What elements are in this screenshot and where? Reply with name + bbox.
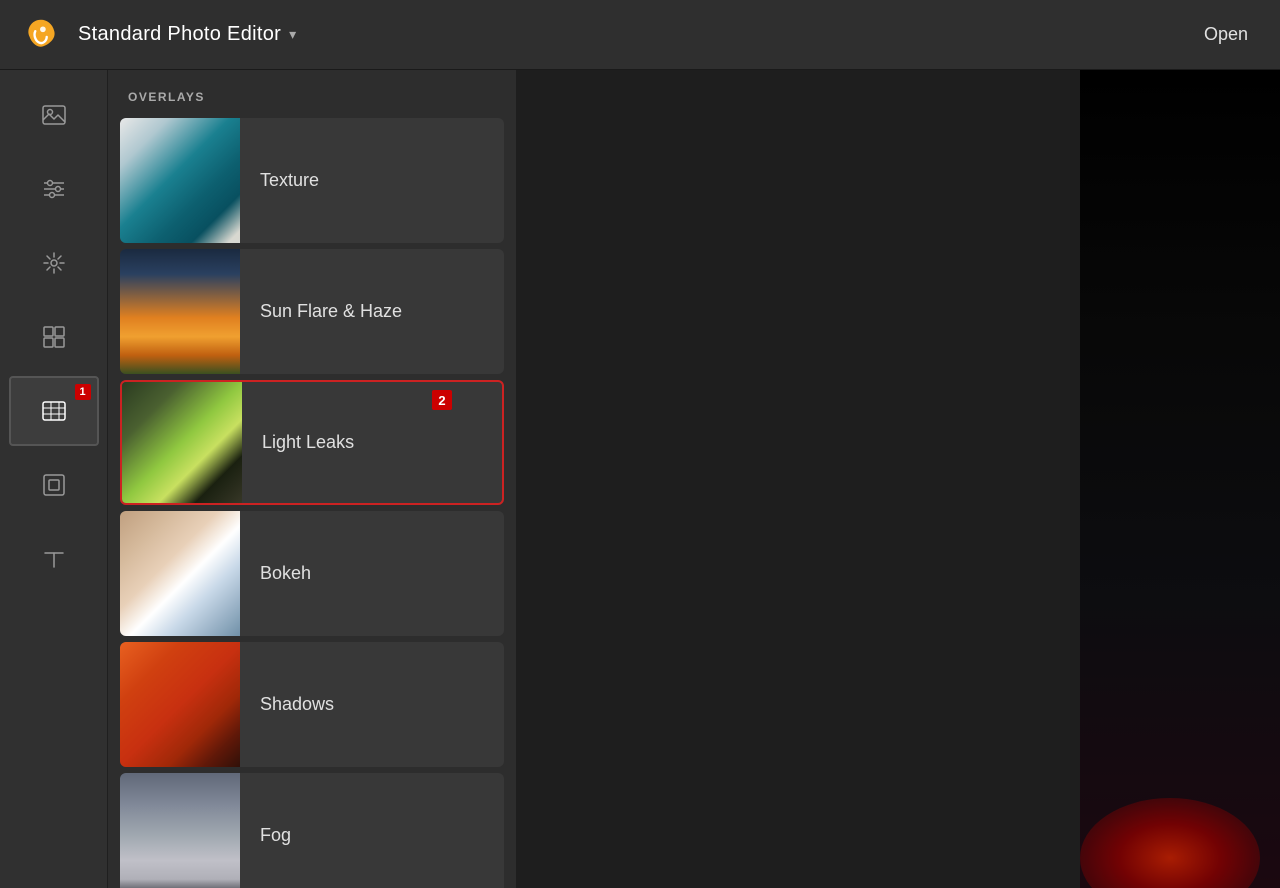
overlay-badge-2: 2 xyxy=(432,390,452,410)
overlay-label-bokeh: Bokeh xyxy=(240,563,504,584)
app-title-dropdown[interactable]: Standard Photo Editor ▾ xyxy=(78,23,296,46)
overlay-label-texture: Texture xyxy=(240,170,504,191)
overlay-item-shadows[interactable]: Shadows xyxy=(120,642,504,767)
topbar: Standard Photo Editor ▾ Open xyxy=(0,0,1280,70)
icon-rail: 1 xyxy=(0,70,108,888)
sidebar-item-overlays-active[interactable]: 1 xyxy=(9,376,99,446)
overlay-thumbnail-sunflare xyxy=(120,249,240,374)
sidebar-item-adjustments[interactable] xyxy=(9,154,99,224)
overlay-thumbnail-bokeh xyxy=(120,511,240,636)
overlay-label-sunflare: Sun Flare & Haze xyxy=(240,301,504,322)
overlay-thumbnail-lightleaks xyxy=(122,380,242,505)
overlay-item-fog[interactable]: Fog xyxy=(120,773,504,888)
app-title: Standard Photo Editor xyxy=(78,23,281,46)
sidebar-item-text[interactable] xyxy=(9,524,99,594)
sidebar-item-frames[interactable] xyxy=(9,450,99,520)
panel-header: OVERLAYS xyxy=(108,70,516,118)
overlay-label-shadows: Shadows xyxy=(240,694,504,715)
overlay-thumbnail-texture xyxy=(120,118,240,243)
overlay-thumbnail-fog xyxy=(120,773,240,888)
open-button[interactable]: Open xyxy=(1192,18,1260,51)
topbar-left: Standard Photo Editor ▾ xyxy=(20,14,296,56)
overlay-label-fog: Fog xyxy=(240,825,504,846)
overlay-item-bokeh[interactable]: Bokeh xyxy=(120,511,504,636)
canvas-area[interactable] xyxy=(516,70,1280,888)
sidebar-item-photo[interactable] xyxy=(9,80,99,150)
overlay-thumbnail-shadows xyxy=(120,642,240,767)
app-logo[interactable] xyxy=(20,14,62,56)
overlay-label-lightleaks: Light Leaks xyxy=(242,432,502,453)
overlay-item-lightleaks[interactable]: Light Leaks 2 xyxy=(120,380,504,505)
main-content: 1 OVERLAYS xyxy=(0,70,1280,888)
sidebar-badge: 1 xyxy=(75,384,91,400)
overlay-item-sunflare[interactable]: Sun Flare & Haze xyxy=(120,249,504,374)
overlays-panel: OVERLAYS Texture Sun Flare & Haze Light … xyxy=(108,70,516,888)
dropdown-chevron-icon: ▾ xyxy=(289,26,296,43)
sidebar-item-effects[interactable] xyxy=(9,228,99,298)
canvas-photo xyxy=(1080,70,1280,888)
canvas-red-glow xyxy=(1080,798,1260,888)
topbar-right: Open xyxy=(1192,18,1260,51)
sidebar-item-overlays-top[interactable] xyxy=(9,302,99,372)
overlay-item-texture[interactable]: Texture xyxy=(120,118,504,243)
